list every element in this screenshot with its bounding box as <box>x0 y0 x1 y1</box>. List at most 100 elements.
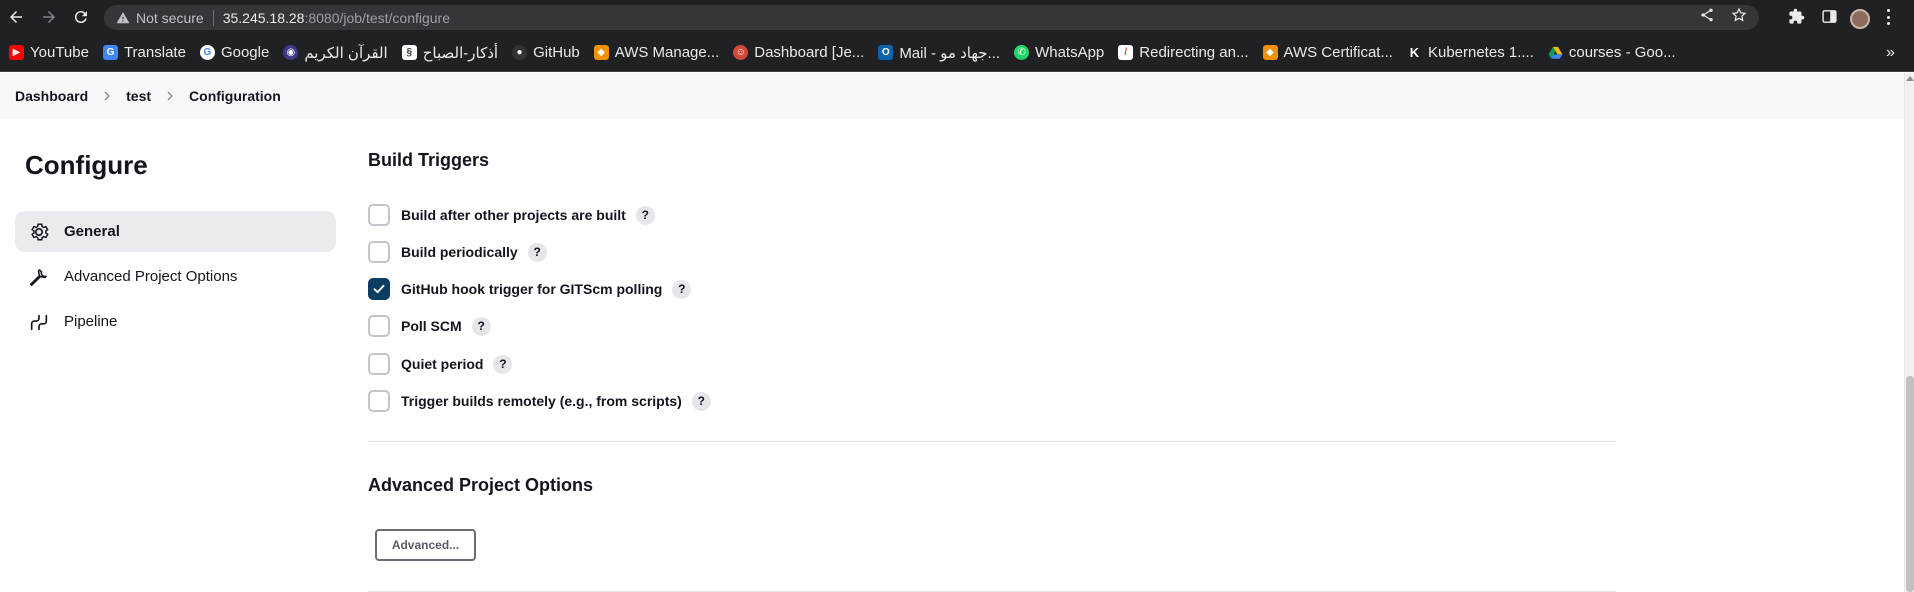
azkar-icon: § <box>401 45 417 60</box>
checkbox[interactable] <box>368 390 390 412</box>
translate-icon: G <box>102 45 118 60</box>
trigger-poll-scm[interactable]: Poll SCM ? <box>368 314 491 338</box>
sidebar-item-label: General <box>64 223 120 240</box>
checkbox-label[interactable]: Trigger builds remotely (e.g., from scri… <box>401 393 682 409</box>
trigger-builds-remotely[interactable]: Trigger builds remotely (e.g., from scri… <box>368 389 711 413</box>
checkbox-label[interactable]: Poll SCM <box>401 318 462 334</box>
share-icon[interactable] <box>1699 7 1715 28</box>
checkbox[interactable] <box>368 241 390 263</box>
quran-icon: ◉ <box>283 45 299 60</box>
google-icon: G <box>199 45 215 60</box>
not-secure-label[interactable]: Not secure <box>136 10 204 26</box>
sidebar-item-label: Advanced Project Options <box>64 268 238 285</box>
redirect-icon: / <box>1118 45 1134 60</box>
sidebar-item-general[interactable]: General <box>15 211 336 252</box>
bookmark-aws-cert[interactable]: ◆ AWS Certificat... <box>1262 40 1393 66</box>
kubernetes-icon: K <box>1406 45 1422 60</box>
bookmark-star-icon[interactable] <box>1731 7 1747 28</box>
address-separator <box>212 9 214 26</box>
breadcrumb-configuration[interactable]: Configuration <box>189 88 281 104</box>
trigger-quiet-period[interactable]: Quiet period ? <box>368 352 513 376</box>
extensions-icon[interactable] <box>1788 8 1805 25</box>
help-icon[interactable]: ? <box>691 391 711 411</box>
help-icon[interactable]: ? <box>527 242 547 262</box>
help-icon[interactable]: ? <box>635 205 655 225</box>
checkbox[interactable] <box>368 315 390 337</box>
sidebar-item-pipeline[interactable]: Pipeline <box>15 301 336 342</box>
bookmark-label: Dashboard [Je... <box>754 44 865 61</box>
bookmark-label: Kubernetes 1.... <box>1427 44 1534 61</box>
bookmark-kubernetes[interactable]: K Kubernetes 1.... <box>1406 40 1534 66</box>
bookmark-label: WhatsApp <box>1035 44 1105 61</box>
bookmark-github[interactable]: ● GitHub <box>512 40 580 66</box>
trigger-github-hook[interactable]: GitHub hook trigger for GITScm polling ? <box>368 277 692 301</box>
trigger-build-after-other-projects[interactable]: Build after other projects are built ? <box>368 203 655 227</box>
bookmark-redirecting[interactable]: / Redirecting an... <box>1118 40 1249 66</box>
google-drive-icon <box>1548 45 1563 60</box>
reload-icon[interactable] <box>69 5 93 29</box>
browser-menu-icon[interactable] <box>1885 9 1891 25</box>
bookmark-quran[interactable]: ◉ القرآن الكريم <box>283 40 388 66</box>
bookmark-aws-manage[interactable]: ◆ AWS Manage... <box>593 40 720 66</box>
bookmark-label: Redirecting an... <box>1139 44 1249 61</box>
checkbox[interactable] <box>368 204 390 226</box>
bookmark-label: Translate <box>123 44 186 61</box>
bookmark-label: AWS Manage... <box>614 44 720 61</box>
help-icon[interactable]: ? <box>471 316 491 336</box>
checkbox-label[interactable]: Build after other projects are built <box>401 207 626 223</box>
chevron-right-icon <box>164 90 176 102</box>
sidebar-item-label: Pipeline <box>64 313 118 330</box>
help-icon[interactable]: ? <box>672 279 692 299</box>
warning-icon[interactable] <box>114 9 132 27</box>
bookmark-label: courses - Goo... <box>1568 44 1676 61</box>
browser-toolbar: Not secure 35.245.18.28:8080/job/test/co… <box>0 0 1914 34</box>
checkbox-label[interactable]: Quiet period <box>401 356 483 372</box>
bookmark-label: أذكار-الصباح <box>422 44 499 62</box>
outlook-icon: O <box>878 45 894 60</box>
bookmark-label: القرآن الكريم <box>304 44 388 62</box>
breadcrumb-test[interactable]: test <box>126 88 151 104</box>
url-host[interactable]: 35.245.18.28 <box>223 10 305 26</box>
build-triggers-heading: Build Triggers <box>368 150 490 170</box>
scroll-up-icon[interactable] <box>1906 76 1914 81</box>
page-title: Configure <box>25 150 148 180</box>
checkbox-checked[interactable] <box>368 278 390 300</box>
advanced-project-options-heading: Advanced Project Options <box>368 475 594 495</box>
bookmarks-overflow-icon[interactable]: » <box>1886 44 1895 62</box>
checkmark-icon <box>373 284 385 294</box>
section-divider <box>368 441 1616 442</box>
bookmark-courses[interactable]: courses - Goo... <box>1548 40 1676 66</box>
forward-arrow-icon[interactable] <box>37 5 61 29</box>
trigger-build-periodically[interactable]: Build periodically ? <box>368 240 547 264</box>
whatsapp-icon: ✆ <box>1014 45 1030 60</box>
aws-icon: ◆ <box>593 45 609 60</box>
sidebar-item-advanced-project-options[interactable]: Advanced Project Options <box>15 256 336 297</box>
bookmark-label: Google <box>220 44 270 61</box>
url-path[interactable]: :8080/job/test/configure <box>304 10 450 26</box>
bookmark-label: AWS Certificat... <box>1283 44 1393 61</box>
bookmark-whatsapp[interactable]: ✆ WhatsApp <box>1014 40 1104 66</box>
scrollbar-thumb[interactable] <box>1906 376 1914 592</box>
bookmark-translate[interactable]: G Translate <box>102 40 186 66</box>
aws-cert-icon: ◆ <box>1262 45 1278 60</box>
back-arrow-icon[interactable] <box>4 5 28 29</box>
checkbox-label[interactable]: GitHub hook trigger for GITScm polling <box>401 281 662 297</box>
bookmark-label: GitHub <box>533 44 580 61</box>
bookmark-youtube[interactable]: ▶ YouTube <box>9 40 89 66</box>
youtube-icon: ▶ <box>9 45 24 60</box>
bookmark-google[interactable]: G Google <box>199 40 270 66</box>
profile-avatar[interactable] <box>1850 9 1870 29</box>
advanced-button[interactable]: Advanced... <box>375 529 476 561</box>
checkbox[interactable] <box>368 353 390 375</box>
help-icon[interactable]: ? <box>493 354 513 374</box>
address-bar[interactable]: Not secure 35.245.18.28:8080/job/test/co… <box>104 5 1759 30</box>
bookmark-mail[interactable]: O Mail - جهاد مو... <box>878 40 1000 66</box>
bookmark-jenkins-dashboard[interactable]: ☺ Dashboard [Je... <box>733 40 864 66</box>
bookmark-azkar[interactable]: § أذكار-الصباح <box>401 40 499 66</box>
side-panel-icon[interactable] <box>1821 8 1838 25</box>
jenkins-icon: ☺ <box>733 45 749 60</box>
pipeline-icon <box>30 314 48 330</box>
bookmarks-bar: ▶ YouTube G Translate G Google ◉ القرآن … <box>0 34 1914 72</box>
breadcrumb-dashboard[interactable]: Dashboard <box>15 88 88 104</box>
checkbox-label[interactable]: Build periodically <box>401 244 518 260</box>
